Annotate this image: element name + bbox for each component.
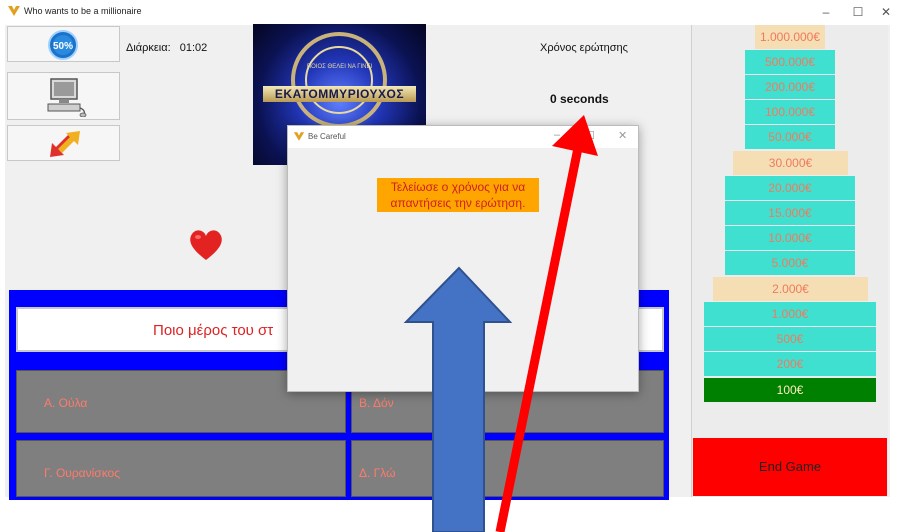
prize-2000: 2.000€ xyxy=(713,277,868,301)
prize-200000: 200.000€ xyxy=(745,75,835,99)
prize-50000: 50.000€ xyxy=(745,125,835,149)
prize-30000: 30.000€ xyxy=(733,151,848,175)
ask-computer-button[interactable] xyxy=(7,72,120,120)
computer-icon xyxy=(47,78,87,117)
end-game-button[interactable]: End Game xyxy=(693,438,887,496)
answer-a-text: Α. Ούλα xyxy=(44,396,88,410)
dialog-close-button[interactable]: ✕ xyxy=(618,129,627,142)
dialog-message-line1: Τελείωσε ο χρόνος για να xyxy=(390,180,526,194)
logo-text: ΕΚΑΤΟΜΜΥΡΙΟΥΧΟΣ xyxy=(263,86,416,102)
duration-value: 01:02 xyxy=(179,42,208,54)
be-careful-dialog: Be Careful – ☐ ✕ Τελείωσε ο χρόνος για ν… xyxy=(287,125,639,392)
prize-100-current: 100€ xyxy=(704,378,876,402)
window-title: Who wants to be a millionaire xyxy=(24,6,142,16)
prize-100000: 100.000€ xyxy=(745,100,835,124)
window-titlebar: Who wants to be a millionaire – ☐ ✕ xyxy=(0,0,897,24)
dialog-maximize-button[interactable]: ☐ xyxy=(585,129,595,142)
dialog-titlebar: Be Careful – ☐ ✕ xyxy=(288,126,638,148)
answer-c-text: Γ. Ουρανίσκος xyxy=(44,466,121,480)
question-text: Ποιο μέρος του στ xyxy=(153,322,274,339)
answer-d-text: Δ. Γλώ xyxy=(359,466,396,480)
switch-question-button[interactable] xyxy=(7,125,120,161)
seconds-remaining: 0 seconds xyxy=(550,92,609,106)
logo-inner-ring xyxy=(305,46,373,114)
answer-c-button[interactable]: Γ. Ουρανίσκος xyxy=(16,440,346,497)
prize-1000: 1.000€ xyxy=(704,302,876,326)
answer-b-text: Β. Δόν xyxy=(359,396,394,410)
fifty-fifty-icon: 50% xyxy=(48,30,78,60)
app-icon xyxy=(8,6,20,16)
dialog-app-icon xyxy=(293,132,305,141)
prize-20000: 20.000€ xyxy=(725,176,855,200)
swap-arrows-icon xyxy=(50,131,80,157)
prize-200: 200€ xyxy=(704,352,876,376)
maximize-button[interactable]: ☐ xyxy=(844,2,872,22)
heart-icon xyxy=(190,230,222,260)
answer-d-button[interactable]: Δ. Γλώ xyxy=(351,440,664,497)
duration-label: Διάρκεια: xyxy=(126,42,171,54)
duration-display: Διάρκεια: 01:02 xyxy=(126,42,207,54)
close-button[interactable]: ✕ xyxy=(872,2,897,22)
dialog-message: Τελείωσε ο χρόνος για να απαντήσεις την … xyxy=(377,178,539,212)
prize-15000: 15.000€ xyxy=(725,201,855,225)
dialog-message-line2: απαντήσεις την ερώτηση. xyxy=(390,196,526,210)
svg-text:50%: 50% xyxy=(53,41,73,52)
prize-10000: 10.000€ xyxy=(725,226,855,250)
dialog-title: Be Careful xyxy=(308,132,346,141)
dialog-minimize-button[interactable]: – xyxy=(554,129,560,141)
fifty-fifty-button[interactable]: 50% xyxy=(7,26,120,62)
question-time-label: Χρόνος ερώτησης xyxy=(540,42,628,54)
prize-1000000: 1.000.000€ xyxy=(755,25,825,49)
prize-500: 500€ xyxy=(704,327,876,351)
logo-arc-text: ΠΟΙΟΣ ΘΕΛΕΙ ΝΑ ΓΙΝΕΙ xyxy=(306,64,373,70)
prize-500000: 500.000€ xyxy=(745,50,835,74)
minimize-button[interactable]: – xyxy=(812,2,840,22)
prize-5000: 5.000€ xyxy=(725,251,855,275)
